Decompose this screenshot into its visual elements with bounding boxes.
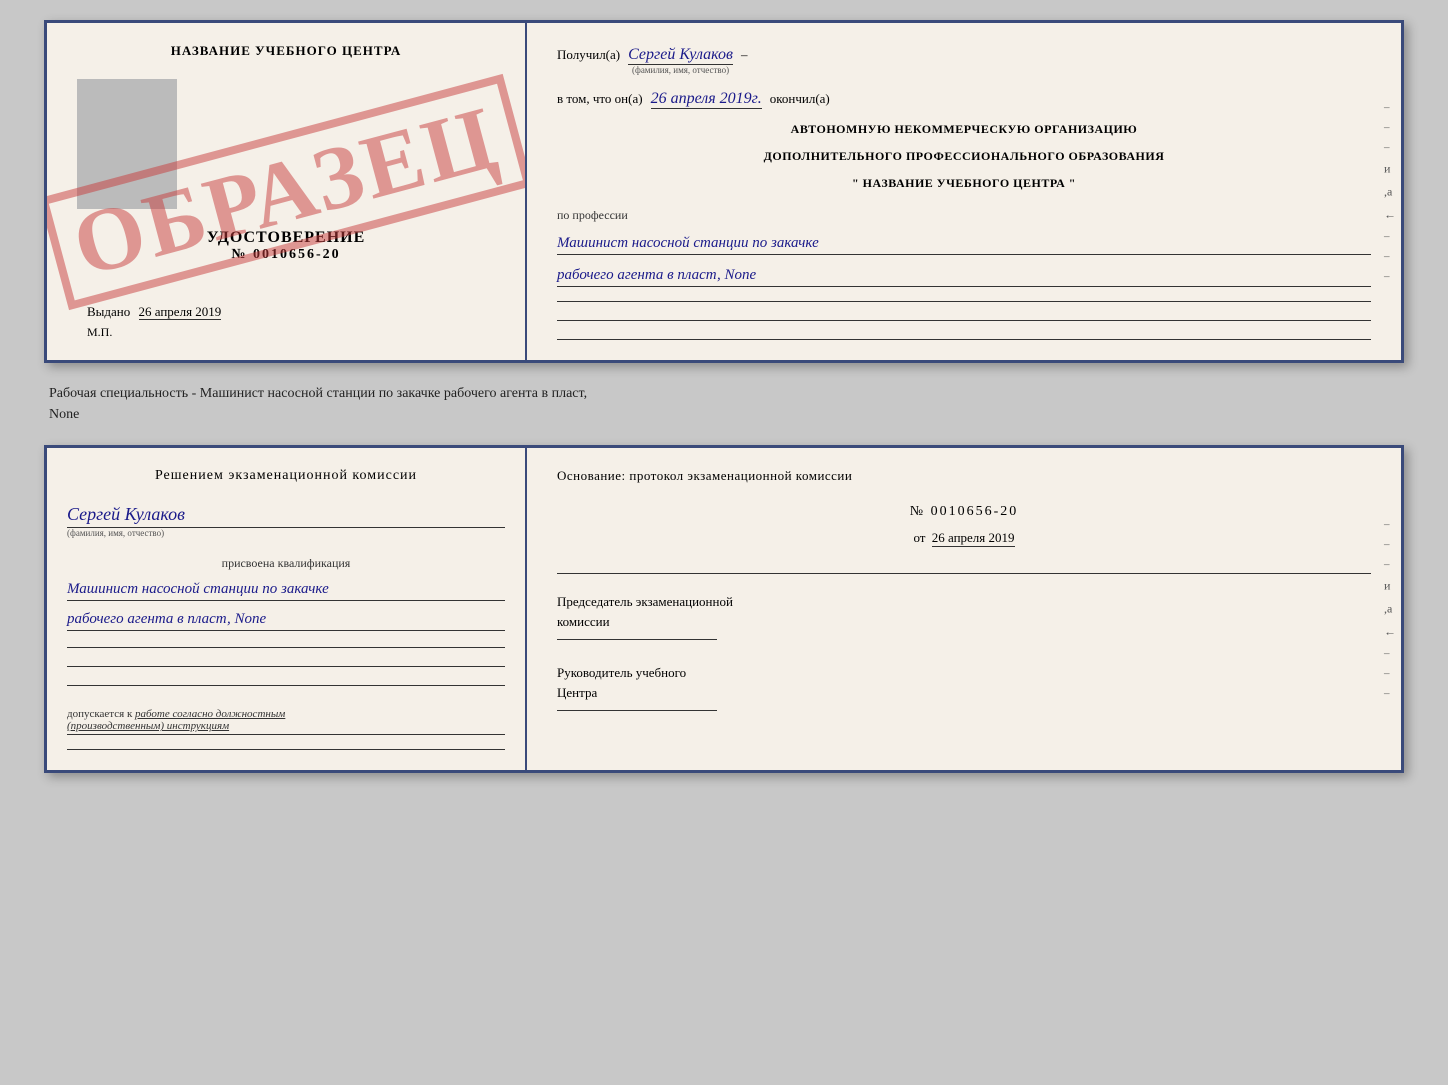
allow-text: допускается к работе согласно должностны… xyxy=(67,708,505,735)
top-doc-left: НАЗВАНИЕ УЧЕБНОГО ЦЕНТРА УДОСТОВЕРЕНИЕ №… xyxy=(47,23,527,360)
issued-line: Выдано 26 апреля 2019 xyxy=(77,304,221,320)
chairman-block: Председатель экзаменационной комиссии xyxy=(557,594,1371,640)
chairman-label1: Председатель экзаменационной xyxy=(557,594,1371,610)
protocol-number: № 0010656-20 xyxy=(557,504,1371,520)
assigned-label: присвоена квалификация xyxy=(67,556,505,571)
basis-text: Основание: протокол экзаменационной коми… xyxy=(557,468,1371,484)
bottom-document: Решением экзаменационной комиссии Сергей… xyxy=(44,445,1404,773)
specialty-line1: Рабочая специальность - Машинист насосно… xyxy=(49,386,587,422)
issued-label: Выдано xyxy=(87,304,130,319)
dash1: – xyxy=(741,43,748,66)
cert-label: УДОСТОВЕРЕНИЕ xyxy=(207,229,366,247)
date-line-bottom: от 26 апреля 2019 xyxy=(557,530,1371,546)
finished-suffix: окончил(а) xyxy=(770,87,830,110)
bottom-doc-left: Решением экзаменационной комиссии Сергей… xyxy=(47,448,527,770)
date-prefix: в том, что он(а) xyxy=(557,87,643,110)
director-label2: Центра xyxy=(557,685,1371,701)
director-label1: Руководитель учебного xyxy=(557,665,1371,681)
training-center-title: НАЗВАНИЕ УЧЕБНОГО ЦЕНТРА xyxy=(171,43,402,59)
side-marks-top: ––– и ,а ← ––– xyxy=(1384,101,1396,282)
chairman-label2: комиссии xyxy=(557,614,1371,630)
received-name: Сергей Кулаков xyxy=(628,46,733,65)
side-marks-bottom: ––– и ,а ← ––– xyxy=(1384,519,1396,700)
date-value-bottom: 26 апреля 2019 xyxy=(932,530,1015,547)
director-sign-line xyxy=(557,710,717,711)
received-prefix: Получил(а) xyxy=(557,43,620,66)
profession-line2: рабочего агента в пласт, None xyxy=(557,267,1371,287)
photo-placeholder xyxy=(77,79,177,209)
bottom-doc-right: Основание: протокол экзаменационной коми… xyxy=(527,448,1401,770)
allow-prefix: допускается к xyxy=(67,708,132,720)
org-line1: АВТОНОМНУЮ НЕКОММЕРЧЕСКУЮ ОРГАНИЗАЦИЮ xyxy=(557,122,1371,137)
org-line2: ДОПОЛНИТЕЛЬНОГО ПРОФЕССИОНАЛЬНОГО ОБРАЗО… xyxy=(557,149,1371,164)
qualification-line1: Машинист насосной станции по закачке xyxy=(67,581,505,601)
date-prefix-bottom: от xyxy=(913,530,925,545)
profession-prefix: по профессии xyxy=(557,208,1371,223)
profession-line1: Машинист насосной станции по закачке xyxy=(557,235,1371,255)
top-document: НАЗВАНИЕ УЧЕБНОГО ЦЕНТРА УДОСТОВЕРЕНИЕ №… xyxy=(44,20,1404,363)
date-value-top: 26 апреля 2019г. xyxy=(651,90,762,109)
bottom-name-sublabel: (фамилия, имя, отчество) xyxy=(67,528,505,538)
cert-number: № 0010656-20 xyxy=(231,247,340,263)
specialty-text: Рабочая специальность - Машинист насосно… xyxy=(44,383,1404,425)
bottom-name: Сергей Кулаков xyxy=(67,504,505,528)
org-line3: " НАЗВАНИЕ УЧЕБНОГО ЦЕНТРА " xyxy=(557,176,1371,191)
chairman-sign-line xyxy=(557,639,717,640)
mp-line: М.П. xyxy=(77,325,221,340)
name-sublabel-top: (фамилия, имя, отчество) xyxy=(628,65,733,75)
commission-title: Решением экзаменационной комиссии xyxy=(67,468,505,484)
qualification-line2: рабочего агента в пласт, None xyxy=(67,611,505,631)
director-block: Руководитель учебного Центра xyxy=(557,665,1371,711)
top-doc-right: Получил(а) Сергей Кулаков (фамилия, имя,… xyxy=(527,23,1401,360)
issued-date: 26 апреля 2019 xyxy=(139,304,222,320)
